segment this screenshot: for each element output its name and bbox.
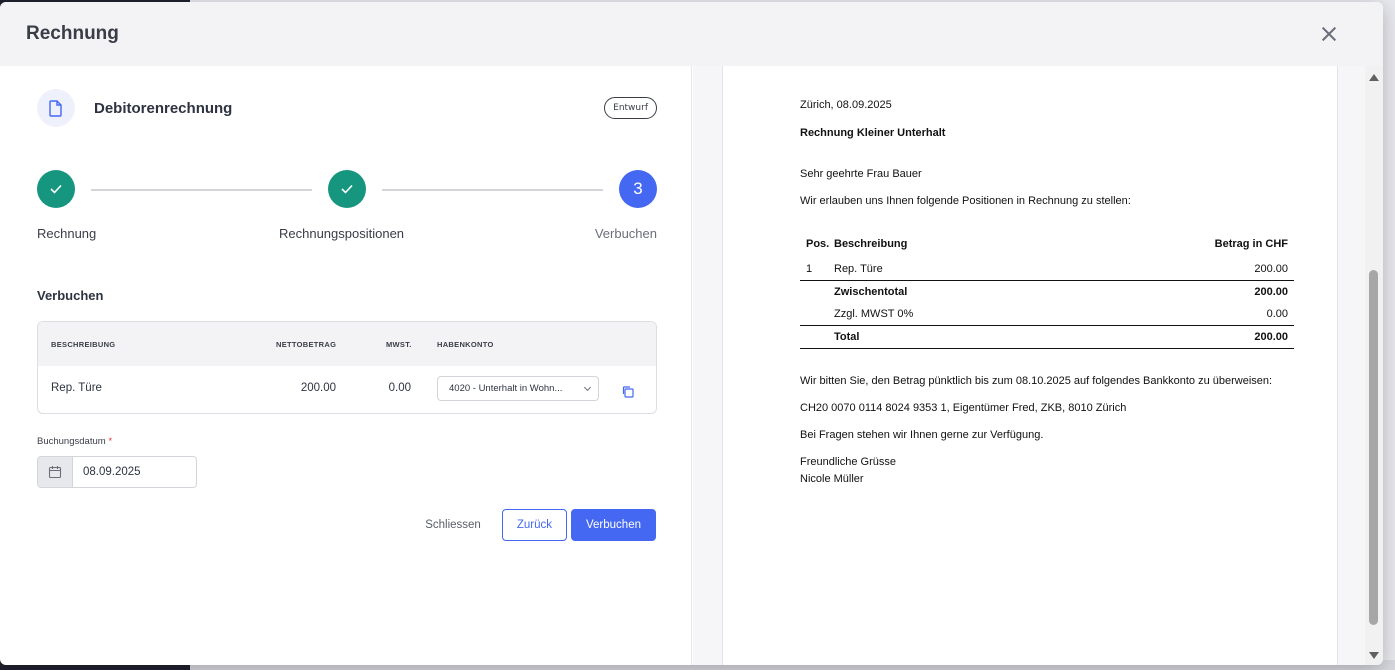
invoice-total-row: Total 200.00 [800,325,1294,349]
step-2-check-icon[interactable] [328,170,366,208]
step-label-verbuchen: Verbuchen [594,226,657,241]
account-select[interactable]: 4020 - Unterhalt in Wohn... [437,376,599,401]
invoice-questions: Bei Fragen stehen wir Ihnen gerne zur Ve… [800,429,1044,441]
row-vat: 0.00 [388,382,411,394]
chevron-down-icon [583,383,592,392]
account-select-value: 4020 - Unterhalt in Wohn... [449,383,563,394]
booking-date-input[interactable] [73,457,193,487]
section-title: Verbuchen [37,288,104,303]
invoice-item-desc: Rep. Türe [834,258,1064,281]
close-button[interactable]: Schliessen [408,519,498,531]
invoice-total: 200.00 [1063,325,1294,349]
step-3-number[interactable]: 3 [619,170,657,208]
invoice-subtotal-row: Zwischentotal 200.00 [800,281,1294,304]
modal-header: Rechnung [0,2,1383,66]
booking-date-label: Buchungsdatum * [37,436,112,447]
row-net-amount: 200.00 [300,382,336,394]
action-bar: Schliessen Zurück Verbuchen [408,509,656,541]
close-icon[interactable] [1317,22,1341,46]
invoice-subtotal-label: Zwischentotal [834,286,908,298]
table-header: BESCHREIBUNG NETTOBETRAG MWST. HABENKONT… [38,322,656,366]
booking-date-field[interactable] [37,456,197,488]
required-marker: * [108,436,113,447]
scroll-down-icon[interactable] [1369,652,1379,659]
submit-button[interactable]: Verbuchen [571,509,656,541]
step-1-check-icon[interactable] [37,170,75,208]
col-mwst: MWST. [386,340,412,349]
stepper: 3 Rechnung Rechnungspositionen Verbuchen [37,170,657,250]
scroll-up-icon[interactable] [1369,74,1379,81]
invoice-item-amount: 200.00 [1063,258,1294,281]
invoice-place-date: Zürich, 08.09.2025 [800,99,892,111]
step-connector [382,189,603,191]
col-nettobetrag: NETTOBETRAG [276,340,337,349]
col-habenkonto: HABENKONTO [437,340,494,349]
invoice-table: Pos. Beschreibung Betrag in CHF 1 Rep. T… [800,236,1294,349]
back-button[interactable]: Zurück [501,509,567,541]
step-label-positionen: Rechnungspositionen [279,226,405,241]
status-badge: Entwurf [604,97,657,119]
invoice-closing: Freundliche Grüsse [800,456,896,468]
table-row: Rep. Türe 200.00 0.00 4020 - Unterhalt i… [38,366,656,413]
invoice-col-pos: Pos. [806,238,830,250]
copy-icon[interactable] [621,383,634,402]
document-header: Debitorenrechnung Entwurf [37,88,657,128]
booking-pane: Debitorenrechnung Entwurf 3 Rechnung Rec… [0,66,692,665]
calendar-icon[interactable] [38,457,73,487]
invoice-document: Zürich, 08.09.2025 Rechnung Kleiner Unte… [722,66,1338,665]
invoice-vat: 0.00 [1266,308,1288,320]
modal-title: Rechnung [26,23,119,44]
col-beschreibung: BESCHREIBUNG [51,340,116,349]
invoice-bank-account: CH20 0070 0114 8024 9353 1, Eigentümer F… [800,402,1127,414]
invoice-preview-pane: Zürich, 08.09.2025 Rechnung Kleiner Unte… [693,66,1365,665]
scroll-thumb[interactable] [1369,270,1378,625]
invoice-vat-label: Zzgl. MWST 0% [834,308,914,320]
document-title: Debitorenrechnung [94,99,233,117]
booking-date-label-text: Buchungsdatum [37,436,106,447]
invoice-col-amount: Betrag in CHF [1214,238,1288,250]
invoice-total-label: Total [834,325,1064,349]
document-icon [37,89,75,127]
invoice-signature: Nicole Müller [800,473,864,485]
step-connector [91,189,312,191]
invoice-item-pos: 1 [800,258,834,281]
invoice-intro: Wir erlauben uns Ihnen folgende Position… [800,195,1131,207]
table-row: 1 Rep. Türe 200.00 [800,258,1294,281]
invoice-table-header: Pos. Beschreibung Betrag in CHF [800,236,1294,258]
invoice-subject: Rechnung Kleiner Unterhalt [800,127,946,139]
row-description: Rep. Türe [51,382,102,394]
invoice-col-desc: Beschreibung [834,238,908,250]
invoice-modal: Rechnung Debitorenrechnung Entwurf 3 Rec… [0,2,1383,665]
step-label-rechnung: Rechnung [37,226,97,241]
invoice-subtotal: 200.00 [1254,286,1288,298]
booking-table: BESCHREIBUNG NETTOBETRAG MWST. HABENKONT… [37,321,657,414]
scrollbar[interactable] [1365,66,1383,665]
invoice-salutation: Sehr geehrte Frau Bauer [800,168,922,180]
invoice-payment-text: Wir bitten Sie, den Betrag pünktlich bis… [800,375,1273,387]
invoice-vat-row: Zzgl. MWST 0% 0.00 [800,303,1294,326]
